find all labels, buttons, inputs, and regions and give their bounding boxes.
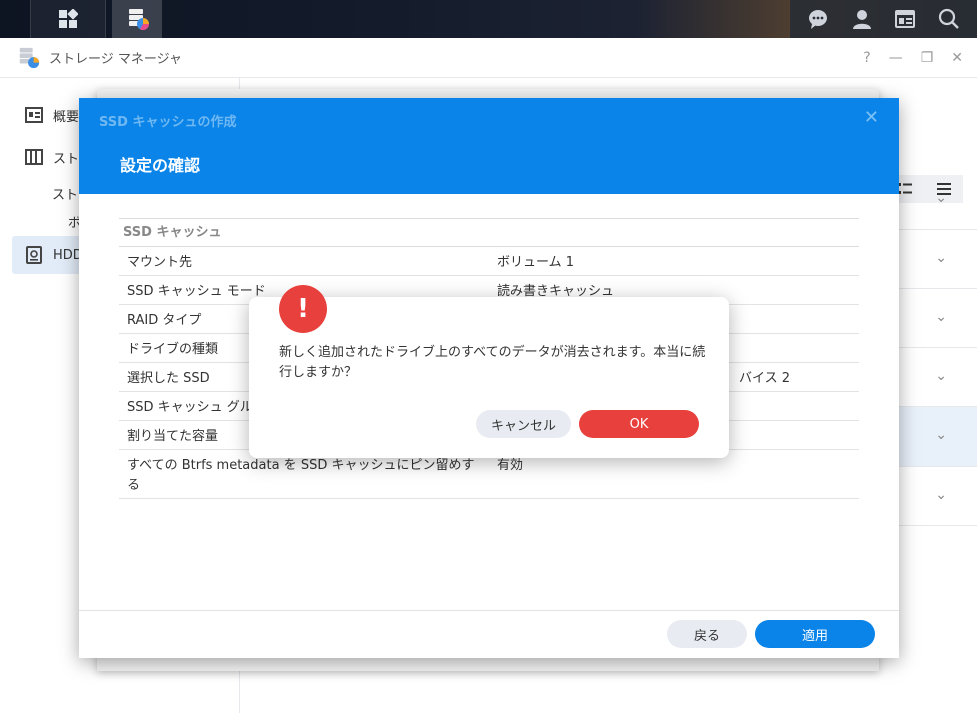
window-titlebar: ストレージ マネージャ ? — ❐ ✕ bbox=[0, 38, 977, 78]
table-row: マウント先 ボリューム 1 bbox=[119, 247, 859, 276]
close-button[interactable]: ✕ bbox=[951, 50, 963, 66]
taskbar bbox=[0, 0, 977, 38]
storage-manager-icon bbox=[19, 47, 40, 68]
minimize-button[interactable]: — bbox=[889, 50, 903, 66]
storage-manager-taskbar-button[interactable] bbox=[112, 0, 162, 38]
window-controls: ? — ❐ ✕ bbox=[863, 38, 963, 78]
back-button[interactable]: 戻る bbox=[667, 620, 747, 648]
taskbar-tray bbox=[790, 0, 977, 38]
warning-icon: ! bbox=[279, 285, 327, 333]
apply-button[interactable]: 適用 bbox=[755, 620, 875, 648]
ok-button[interactable]: OK bbox=[579, 410, 699, 438]
main-menu-button[interactable] bbox=[30, 0, 106, 38]
chevron-down-icon: ⌄ bbox=[935, 309, 947, 325]
help-button[interactable]: ? bbox=[863, 50, 870, 66]
user-icon[interactable] bbox=[851, 8, 873, 30]
close-icon[interactable]: ✕ bbox=[864, 107, 879, 128]
chevron-down-icon: ⌄ bbox=[935, 427, 947, 443]
cancel-button[interactable]: キャンセル bbox=[476, 410, 571, 438]
wizard-header: SSD キャッシュの作成 ✕ 設定の確認 bbox=[79, 98, 899, 194]
chevron-down-icon: ⌄ bbox=[935, 250, 947, 266]
sidebar-item-label: 概要 bbox=[53, 109, 80, 125]
row-key: すべての Btrfs metadata を SSD キャッシュにピン留めする bbox=[127, 458, 475, 493]
summary-section-header: SSD キャッシュ bbox=[119, 218, 859, 247]
wizard-title: SSD キャッシュの作成 bbox=[99, 115, 237, 130]
row-value: 有効 bbox=[497, 458, 524, 473]
chat-icon[interactable] bbox=[807, 8, 829, 30]
chevron-down-icon: ⌄ bbox=[935, 487, 947, 503]
chevron-down-icon: ⌄ bbox=[935, 190, 947, 206]
storage-icon bbox=[25, 149, 43, 165]
widgets-icon[interactable] bbox=[894, 8, 916, 30]
row-value: バイス 2 bbox=[739, 371, 791, 386]
overview-icon bbox=[25, 107, 43, 123]
sidebar-subitem-storage-pool[interactable]: スト bbox=[52, 184, 78, 203]
grid-icon bbox=[59, 9, 78, 28]
wizard-step-title: 設定の確認 bbox=[120, 156, 201, 175]
window-title: ストレージ マネージャ bbox=[49, 52, 182, 67]
sidebar-item-label: スト bbox=[53, 151, 80, 167]
confirm-dialog: ! 新しく追加されたドライブ上のすべてのデータが消去されます。本当に続行しますか… bbox=[249, 285, 729, 458]
row-key: マウント先 bbox=[127, 255, 193, 270]
row-value: ボリューム 1 bbox=[497, 255, 575, 270]
chevron-down-icon: ⌄ bbox=[935, 368, 947, 384]
confirm-message: 新しく追加されたドライブ上のすべてのデータが消去されます。本当に続行しますか？ bbox=[279, 345, 706, 380]
wizard-footer: 戻る 適用 bbox=[79, 610, 899, 658]
hdd-icon bbox=[26, 246, 42, 264]
search-icon[interactable] bbox=[938, 8, 960, 30]
restore-button[interactable]: ❐ bbox=[921, 50, 934, 66]
storage-manager-icon bbox=[129, 9, 149, 31]
